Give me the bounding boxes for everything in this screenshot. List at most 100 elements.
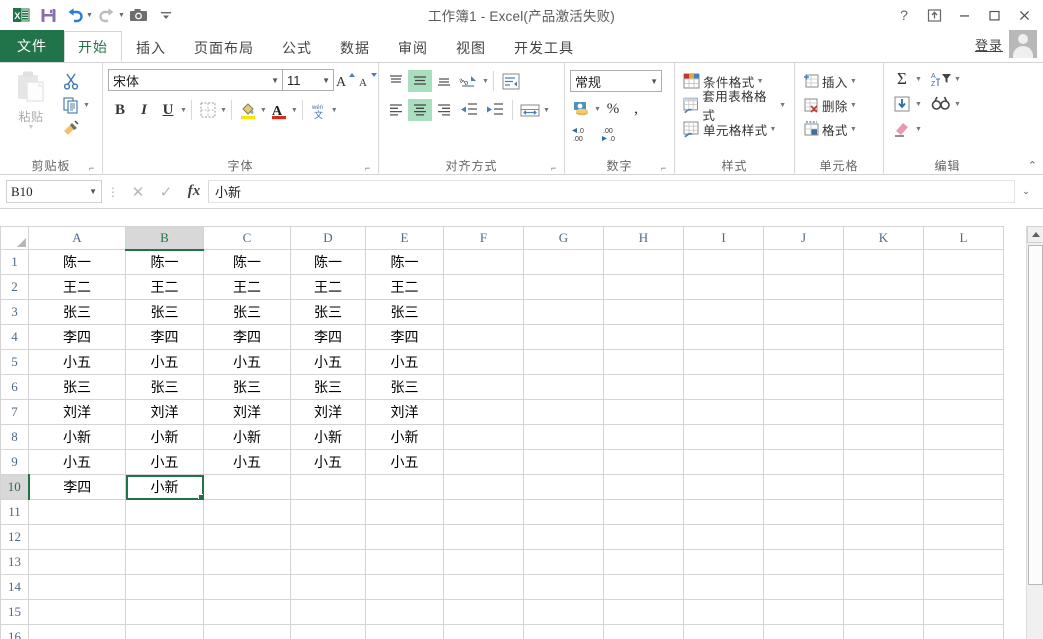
find-select-caret[interactable]: ▼ xyxy=(954,101,961,108)
fill-icon[interactable] xyxy=(889,93,915,115)
cell-L11[interactable] xyxy=(923,499,1004,525)
cell-K16[interactable] xyxy=(843,624,924,639)
column-header-E[interactable]: E xyxy=(365,226,444,250)
borders-icon[interactable] xyxy=(196,99,220,121)
cell-L7[interactable] xyxy=(923,399,1004,425)
save-icon[interactable] xyxy=(35,3,61,27)
cell-F8[interactable] xyxy=(443,424,524,450)
scrollbar-thumb[interactable] xyxy=(1028,245,1043,585)
cell-L9[interactable] xyxy=(923,449,1004,475)
cell-G9[interactable] xyxy=(523,449,604,475)
cell-K4[interactable] xyxy=(843,324,924,350)
cell-I16[interactable] xyxy=(683,624,764,639)
cell-F16[interactable] xyxy=(443,624,524,639)
insert-cells-caret[interactable]: ▼ xyxy=(850,78,857,85)
cell-H7[interactable] xyxy=(603,399,684,425)
cell-J4[interactable] xyxy=(763,324,844,350)
cell-K13[interactable] xyxy=(843,549,924,575)
collapse-ribbon-icon[interactable]: ⌃ xyxy=(1028,159,1037,172)
orientation-dropdown-caret[interactable]: ▼ xyxy=(482,78,489,85)
cell-C2[interactable]: 王二 xyxy=(203,274,291,300)
cell-I2[interactable] xyxy=(683,274,764,300)
cell-F4[interactable] xyxy=(443,324,524,350)
delete-cells-caret[interactable]: ▼ xyxy=(850,102,857,109)
cell-E2[interactable]: 王二 xyxy=(365,274,444,300)
cell-E6[interactable]: 张三 xyxy=(365,374,444,400)
autosum-icon[interactable]: Σ xyxy=(889,68,915,90)
cell-G10[interactable] xyxy=(523,474,604,500)
cell-B15[interactable] xyxy=(125,599,204,625)
name-box[interactable]: B10 ▼ xyxy=(6,180,102,203)
cell-H8[interactable] xyxy=(603,424,684,450)
cell-L3[interactable] xyxy=(923,299,1004,325)
formula-input[interactable]: 小新 xyxy=(208,180,1015,203)
cell-C13[interactable] xyxy=(203,549,291,575)
cell-B10[interactable]: 小新 xyxy=(125,474,204,500)
formula-bar-grip[interactable]: ⋮ xyxy=(102,185,124,199)
cell-D15[interactable] xyxy=(290,599,366,625)
bottom-align-icon[interactable] xyxy=(432,70,456,92)
cell-styles-button[interactable]: 单元格样式 ▼ xyxy=(680,118,789,140)
cell-D10[interactable] xyxy=(290,474,366,500)
cell-I8[interactable] xyxy=(683,424,764,450)
cell-C11[interactable] xyxy=(203,499,291,525)
cell-J12[interactable] xyxy=(763,524,844,550)
cell-K2[interactable] xyxy=(843,274,924,300)
cell-G11[interactable] xyxy=(523,499,604,525)
cell-C14[interactable] xyxy=(203,574,291,600)
cell-L2[interactable] xyxy=(923,274,1004,300)
close-button[interactable] xyxy=(1009,1,1039,29)
cell-B4[interactable]: 李四 xyxy=(125,324,204,350)
cell-E14[interactable] xyxy=(365,574,444,600)
cell-K15[interactable] xyxy=(843,599,924,625)
clear-caret[interactable]: ▼ xyxy=(915,126,922,133)
row-header-1[interactable]: 1 xyxy=(0,249,29,275)
cell-L8[interactable] xyxy=(923,424,1004,450)
cell-F15[interactable] xyxy=(443,599,524,625)
cell-F12[interactable] xyxy=(443,524,524,550)
cell-F5[interactable] xyxy=(443,349,524,375)
cell-D8[interactable]: 小新 xyxy=(290,424,366,450)
orientation-icon[interactable]: a b xyxy=(456,70,482,92)
column-header-J[interactable]: J xyxy=(763,226,844,250)
row-header-14[interactable]: 14 xyxy=(0,574,29,600)
format-cells-caret[interactable]: ▼ xyxy=(850,126,857,133)
camera-icon[interactable] xyxy=(126,3,152,27)
cell-J5[interactable] xyxy=(763,349,844,375)
paste-button[interactable]: 粘贴 ▼ xyxy=(5,66,57,131)
cell-L10[interactable] xyxy=(923,474,1004,500)
cell-I10[interactable] xyxy=(683,474,764,500)
cell-H9[interactable] xyxy=(603,449,684,475)
cell-H2[interactable] xyxy=(603,274,684,300)
cell-D2[interactable]: 王二 xyxy=(290,274,366,300)
cell-J8[interactable] xyxy=(763,424,844,450)
number-format-select[interactable]: 常规 ▼ xyxy=(570,70,662,92)
accounting-format-icon[interactable] xyxy=(570,98,594,120)
increase-indent-icon[interactable] xyxy=(482,99,508,121)
find-select-icon[interactable] xyxy=(928,93,954,115)
row-header-15[interactable]: 15 xyxy=(0,599,29,625)
row-header-7[interactable]: 7 xyxy=(0,399,29,425)
cell-E1[interactable]: 陈一 xyxy=(365,249,444,275)
column-header-D[interactable]: D xyxy=(290,226,366,250)
sort-filter-icon[interactable]: A Z xyxy=(928,68,954,90)
tab-page-layout[interactable]: 页面布局 xyxy=(180,32,268,62)
cell-D13[interactable] xyxy=(290,549,366,575)
delete-cells-button[interactable]: 删除 ▼ xyxy=(800,94,878,116)
cell-C1[interactable]: 陈一 xyxy=(203,249,291,275)
italic-icon[interactable]: I xyxy=(132,99,156,121)
cell-A11[interactable] xyxy=(28,499,126,525)
cell-D1[interactable]: 陈一 xyxy=(290,249,366,275)
cell-L12[interactable] xyxy=(923,524,1004,550)
scroll-up-button[interactable] xyxy=(1027,226,1043,243)
accounting-dropdown-caret[interactable]: ▼ xyxy=(594,106,601,113)
cell-E5[interactable]: 小五 xyxy=(365,349,444,375)
cell-F13[interactable] xyxy=(443,549,524,575)
cell-I7[interactable] xyxy=(683,399,764,425)
tab-home[interactable]: 开始 xyxy=(64,31,122,62)
row-header-5[interactable]: 5 xyxy=(0,349,29,375)
format-painter-icon[interactable] xyxy=(59,118,83,140)
cell-A16[interactable] xyxy=(28,624,126,639)
cell-A6[interactable]: 张三 xyxy=(28,374,126,400)
cell-D16[interactable] xyxy=(290,624,366,639)
